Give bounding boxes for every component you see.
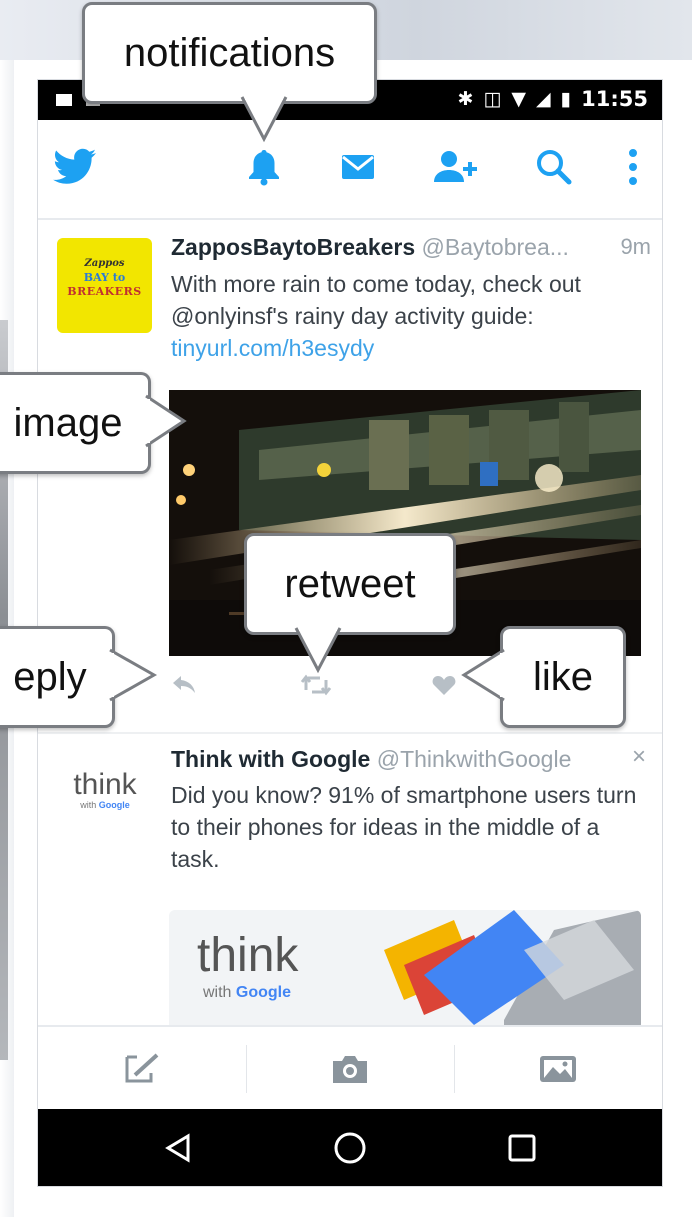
android-nav-bar (38, 1109, 662, 1186)
reply-icon[interactable] (171, 674, 197, 700)
card-logo-sub: with Google (203, 984, 292, 1001)
card-logo-word: think (197, 929, 299, 982)
callout-pointer (108, 648, 158, 702)
battery-icon: ▮ (560, 88, 572, 110)
dismiss-icon[interactable]: × (632, 746, 646, 771)
callout-label: retweet (284, 561, 416, 606)
avatar[interactable]: think with Google (60, 770, 150, 830)
signal-icon: ◢ (536, 88, 551, 110)
like-icon[interactable] (432, 674, 456, 702)
tweet-author-name[interactable]: ZapposBaytoBreakers (171, 234, 415, 260)
avatar-text: BREAKERS (67, 285, 142, 298)
bluetooth-icon: ✱ (457, 88, 474, 110)
callout-reply: eply (0, 626, 115, 728)
tweet-author-handle[interactable]: @ThinkwithGoogle (377, 746, 572, 772)
avatar-text: BAY to (83, 271, 126, 284)
callout-label: image (13, 400, 123, 445)
avatar[interactable]: Zappos BAY to BREAKERS (57, 238, 152, 333)
status-time: 11:55 (581, 87, 648, 111)
callout-pointer (144, 394, 187, 448)
tweet-header: ZapposBaytoBreakers @Baytobrea... 9m (171, 234, 651, 261)
vibrate-icon: ◫ (483, 88, 502, 110)
top-toolbar (38, 120, 662, 220)
callout-notifications: notifications (82, 2, 377, 104)
compose-tweet-icon[interactable] (38, 1027, 246, 1111)
add-user-icon[interactable] (431, 142, 481, 192)
bottom-toolbar (38, 1025, 662, 1111)
home-icon[interactable] (290, 1109, 410, 1186)
card-illustration (384, 910, 641, 1025)
back-icon[interactable] (118, 1109, 238, 1186)
tweet-author-name[interactable]: Think with Google (171, 746, 370, 772)
tweet-card-image[interactable]: think with Google (169, 910, 641, 1025)
tweet-link[interactable]: tinyurl.com/h3esydy (171, 335, 374, 361)
callout-label: eply (13, 654, 87, 699)
callout-label: notifications (123, 30, 336, 75)
tweet-item[interactable]: think with Google Think with Google @Thi… (38, 734, 662, 1025)
camera-icon[interactable] (246, 1027, 454, 1111)
retweet-icon[interactable] (300, 674, 332, 702)
twitter-bird-icon[interactable] (50, 142, 100, 192)
callout-retweet: retweet (244, 533, 456, 635)
search-icon[interactable] (529, 142, 579, 192)
avatar-text: think (73, 768, 137, 801)
avatar-subtext: with Google (80, 800, 130, 810)
bell-icon[interactable] (239, 142, 289, 192)
envelope-icon[interactable] (333, 142, 383, 192)
status-system-icons: ✱ ◫ ▼ ◢ ▮ 11:55 (458, 87, 648, 111)
tweet-text: With more rain to come today, check out … (171, 268, 641, 364)
tweet-timestamp: 9m (620, 234, 651, 259)
notification-icon (56, 94, 72, 106)
recents-icon[interactable] (462, 1109, 582, 1186)
callout-pointer (240, 95, 288, 143)
overflow-menu-icon[interactable] (608, 142, 658, 192)
wifi-icon: ▼ (511, 88, 527, 110)
tweet-author-handle[interactable]: @Baytobrea... (422, 234, 569, 260)
gallery-icon[interactable] (454, 1027, 662, 1111)
tweet-text: Did you know? 91% of smartphone users tu… (171, 782, 637, 872)
avatar-text: Zappos (84, 258, 125, 269)
callout-label: like (532, 654, 594, 699)
callout-image: image (0, 372, 151, 474)
tweet-body: With more rain to come today, check out … (171, 271, 581, 329)
tweet-header: Think with Google @ThinkwithGoogle × (171, 746, 646, 773)
callout-pointer (461, 648, 508, 702)
callout-pointer (294, 626, 342, 674)
callout-like: like (500, 626, 626, 728)
